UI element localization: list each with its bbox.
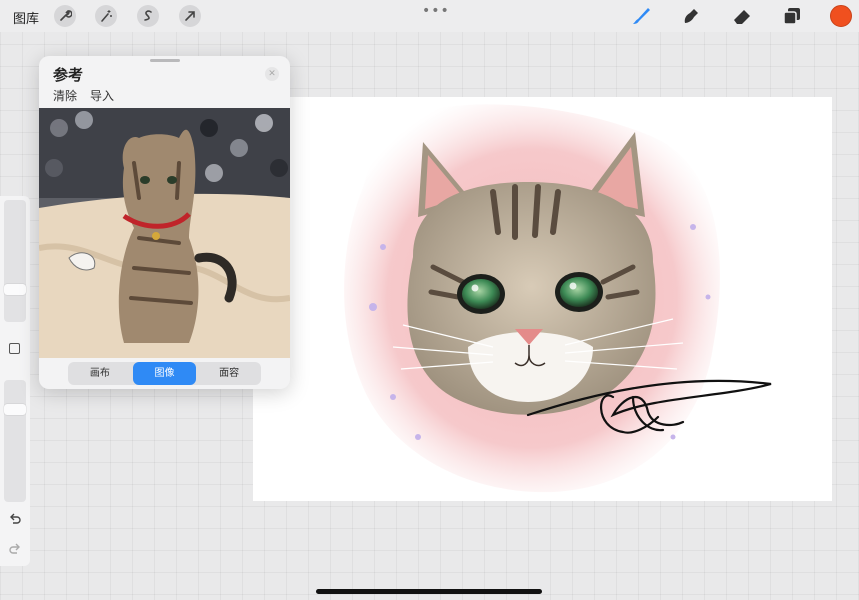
clear-button[interactable]: 清除 <box>53 87 77 104</box>
layers-icon[interactable] <box>781 5 803 27</box>
reference-mode-tabs: 画布 图像 面容 <box>68 362 261 385</box>
transform-arrow-icon[interactable] <box>179 5 201 27</box>
top-toolbar: 图库 ••• <box>0 0 859 32</box>
opacity-slider[interactable] <box>4 380 26 502</box>
opacity-knob[interactable] <box>4 404 26 415</box>
tab-canvas[interactable]: 画布 <box>68 362 132 385</box>
brush-size-slider[interactable] <box>4 200 26 322</box>
undo-icon[interactable] <box>8 512 22 526</box>
cat-painting <box>344 104 772 493</box>
gallery-button[interactable]: 图库 <box>13 8 39 27</box>
brush-icon[interactable] <box>630 5 652 27</box>
close-icon[interactable]: ✕ <box>265 67 279 81</box>
reference-title: 参考 <box>53 66 84 84</box>
smudge-icon[interactable] <box>680 5 702 27</box>
panel-grab-handle[interactable] <box>150 59 180 62</box>
redo-icon[interactable] <box>8 542 22 556</box>
wrench-icon[interactable] <box>54 5 76 27</box>
left-sidebar <box>0 196 30 566</box>
reference-panel[interactable]: 参考 清除 导入 ✕ 画布 图像 面容 <box>39 56 290 389</box>
more-dots-icon[interactable]: ••• <box>422 3 450 19</box>
home-indicator[interactable] <box>316 589 542 594</box>
brush-size-knob[interactable] <box>4 284 26 295</box>
eraser-icon[interactable] <box>731 5 753 27</box>
tab-image[interactable]: 图像 <box>132 362 197 385</box>
color-swatch[interactable] <box>830 5 852 27</box>
modify-button[interactable] <box>9 343 20 354</box>
magic-wand-icon[interactable] <box>95 5 117 27</box>
import-button[interactable]: 导入 <box>90 87 114 104</box>
drawing-canvas[interactable] <box>253 97 832 501</box>
reference-photo <box>39 108 290 358</box>
tab-face[interactable]: 面容 <box>197 362 261 385</box>
selection-icon[interactable] <box>137 5 159 27</box>
